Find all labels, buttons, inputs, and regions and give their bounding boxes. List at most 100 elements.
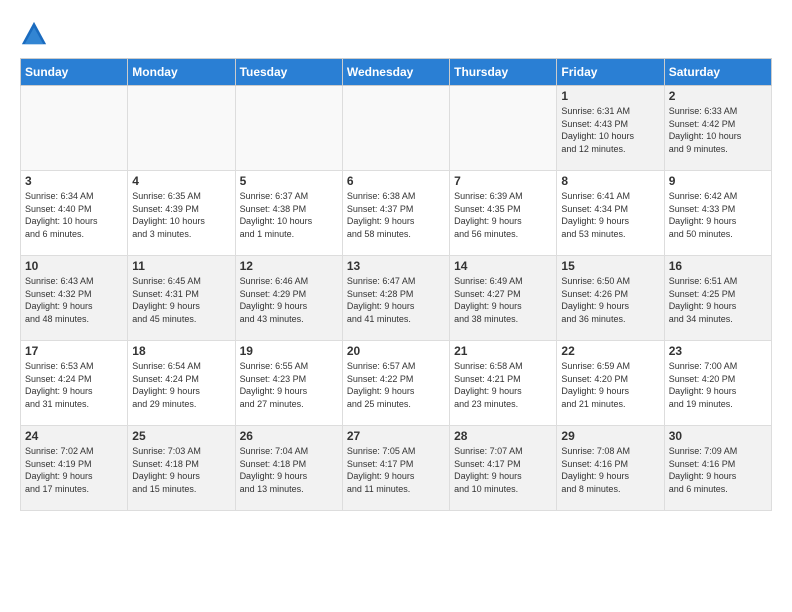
calendar-cell: 10 Sunrise: 6:43 AM Sunset: 4:32 PM Dayli… [21,256,128,341]
calendar-cell: 30Sunrise: 7:09 AM Sunset: 4:16 PM Dayli… [664,426,771,511]
calendar-cell: 5 Sunrise: 6:37 AM Sunset: 4:38 PM Daylig… [235,171,342,256]
day-info: Sunrise: 6:53 AM Sunset: 4:24 PM Dayligh… [25,360,123,410]
day-info: Sunrise: 6:49 AM Sunset: 4:27 PM Dayligh… [454,275,552,325]
day-number: 8 [561,174,659,188]
day-info: Sunrise: 6:58 AM Sunset: 4:21 PM Dayligh… [454,360,552,410]
calendar-week-1: 1 Sunrise: 6:31 AM Sunset: 4:43 PM Daylig… [21,86,772,171]
calendar-cell: 17 Sunrise: 6:53 AM Sunset: 4:24 PM Dayli… [21,341,128,426]
day-number: 17 [25,344,123,358]
header-saturday: Saturday [664,59,771,86]
logo-icon [20,20,48,48]
header-tuesday: Tuesday [235,59,342,86]
calendar-cell: 16 Sunrise: 6:51 AM Sunset: 4:25 PM Dayli… [664,256,771,341]
day-info: Sunrise: 7:03 AM Sunset: 4:18 PM Dayligh… [132,445,230,495]
calendar-cell: 4 Sunrise: 6:35 AM Sunset: 4:39 PM Daylig… [128,171,235,256]
day-number: 29 [561,429,659,443]
day-info: Sunrise: 6:41 AM Sunset: 4:34 PM Dayligh… [561,190,659,240]
day-number: 5 [240,174,338,188]
calendar-cell: 1 Sunrise: 6:31 AM Sunset: 4:43 PM Daylig… [557,86,664,171]
day-number: 26 [240,429,338,443]
day-info: Sunrise: 7:02 AM Sunset: 4:19 PM Dayligh… [25,445,123,495]
day-number: 16 [669,259,767,273]
calendar-cell: 19Sunrise: 6:55 AM Sunset: 4:23 PM Dayli… [235,341,342,426]
day-info: Sunrise: 7:08 AM Sunset: 4:16 PM Dayligh… [561,445,659,495]
day-number: 3 [25,174,123,188]
logo [20,20,52,48]
calendar-cell: 23 Sunrise: 7:00 AM Sunset: 4:20 PM Dayli… [664,341,771,426]
calendar-week-5: 24 Sunrise: 7:02 AM Sunset: 4:19 PM Dayli… [21,426,772,511]
day-number: 10 [25,259,123,273]
day-number: 19 [240,344,338,358]
header-thursday: Thursday [450,59,557,86]
calendar-cell: 3Sunrise: 6:34 AM Sunset: 4:40 PM Daylig… [21,171,128,256]
day-info: Sunrise: 6:38 AM Sunset: 4:37 PM Dayligh… [347,190,445,240]
calendar-cell: 7Sunrise: 6:39 AM Sunset: 4:35 PM Daylig… [450,171,557,256]
day-number: 14 [454,259,552,273]
calendar-cell: 14 Sunrise: 6:49 AM Sunset: 4:27 PM Dayli… [450,256,557,341]
day-info: Sunrise: 7:09 AM Sunset: 4:16 PM Dayligh… [669,445,767,495]
day-info: Sunrise: 6:39 AM Sunset: 4:35 PM Dayligh… [454,190,552,240]
calendar-cell: 22 Sunrise: 6:59 AM Sunset: 4:20 PM Dayli… [557,341,664,426]
day-number: 28 [454,429,552,443]
calendar-cell [235,86,342,171]
calendar-cell: 9 Sunrise: 6:42 AM Sunset: 4:33 PM Daylig… [664,171,771,256]
calendar-cell: 20 Sunrise: 6:57 AM Sunset: 4:22 PM Dayli… [342,341,449,426]
day-info: Sunrise: 6:42 AM Sunset: 4:33 PM Dayligh… [669,190,767,240]
day-number: 13 [347,259,445,273]
day-number: 23 [669,344,767,358]
day-info: Sunrise: 7:00 AM Sunset: 4:20 PM Dayligh… [669,360,767,410]
day-number: 2 [669,89,767,103]
day-info: Sunrise: 6:59 AM Sunset: 4:20 PM Dayligh… [561,360,659,410]
day-info: Sunrise: 6:54 AM Sunset: 4:24 PM Dayligh… [132,360,230,410]
calendar-cell: 2 Sunrise: 6:33 AM Sunset: 4:42 PM Daylig… [664,86,771,171]
calendar-week-2: 3Sunrise: 6:34 AM Sunset: 4:40 PM Daylig… [21,171,772,256]
day-info: Sunrise: 6:31 AM Sunset: 4:43 PM Dayligh… [561,105,659,155]
day-info: Sunrise: 6:43 AM Sunset: 4:32 PM Dayligh… [25,275,123,325]
calendar-cell [128,86,235,171]
header-sunday: Sunday [21,59,128,86]
day-info: Sunrise: 6:33 AM Sunset: 4:42 PM Dayligh… [669,105,767,155]
calendar-cell: 24 Sunrise: 7:02 AM Sunset: 4:19 PM Dayli… [21,426,128,511]
day-info: Sunrise: 7:05 AM Sunset: 4:17 PM Dayligh… [347,445,445,495]
day-number: 24 [25,429,123,443]
day-number: 11 [132,259,230,273]
day-number: 1 [561,89,659,103]
day-info: Sunrise: 6:35 AM Sunset: 4:39 PM Dayligh… [132,190,230,240]
calendar-week-4: 17 Sunrise: 6:53 AM Sunset: 4:24 PM Dayli… [21,341,772,426]
page-header [20,20,772,48]
calendar-cell [21,86,128,171]
day-info: Sunrise: 6:37 AM Sunset: 4:38 PM Dayligh… [240,190,338,240]
header-friday: Friday [557,59,664,86]
calendar-cell: 27 Sunrise: 7:05 AM Sunset: 4:17 PM Dayli… [342,426,449,511]
calendar-table: SundayMondayTuesdayWednesdayThursdayFrid… [20,58,772,511]
day-number: 25 [132,429,230,443]
calendar-cell [450,86,557,171]
calendar-cell: 13 Sunrise: 6:47 AM Sunset: 4:28 PM Dayli… [342,256,449,341]
day-number: 27 [347,429,445,443]
day-info: Sunrise: 7:04 AM Sunset: 4:18 PM Dayligh… [240,445,338,495]
calendar-cell [342,86,449,171]
day-number: 20 [347,344,445,358]
calendar-cell: 29 Sunrise: 7:08 AM Sunset: 4:16 PM Dayli… [557,426,664,511]
day-number: 12 [240,259,338,273]
day-number: 18 [132,344,230,358]
calendar-week-3: 10 Sunrise: 6:43 AM Sunset: 4:32 PM Dayli… [21,256,772,341]
calendar-cell: 12 Sunrise: 6:46 AM Sunset: 4:29 PM Dayli… [235,256,342,341]
day-info: Sunrise: 6:47 AM Sunset: 4:28 PM Dayligh… [347,275,445,325]
day-info: Sunrise: 6:50 AM Sunset: 4:26 PM Dayligh… [561,275,659,325]
header-monday: Monday [128,59,235,86]
day-number: 22 [561,344,659,358]
calendar-cell: 6Sunrise: 6:38 AM Sunset: 4:37 PM Daylig… [342,171,449,256]
calendar-cell: 15 Sunrise: 6:50 AM Sunset: 4:26 PM Dayli… [557,256,664,341]
calendar-cell: 26 Sunrise: 7:04 AM Sunset: 4:18 PM Dayli… [235,426,342,511]
day-number: 4 [132,174,230,188]
calendar-cell: 8 Sunrise: 6:41 AM Sunset: 4:34 PM Daylig… [557,171,664,256]
day-info: Sunrise: 6:46 AM Sunset: 4:29 PM Dayligh… [240,275,338,325]
header-wednesday: Wednesday [342,59,449,86]
day-info: Sunrise: 6:57 AM Sunset: 4:22 PM Dayligh… [347,360,445,410]
calendar-cell: 28Sunrise: 7:07 AM Sunset: 4:17 PM Dayli… [450,426,557,511]
day-number: 9 [669,174,767,188]
day-info: Sunrise: 6:51 AM Sunset: 4:25 PM Dayligh… [669,275,767,325]
day-number: 15 [561,259,659,273]
calendar-cell: 21Sunrise: 6:58 AM Sunset: 4:21 PM Dayli… [450,341,557,426]
